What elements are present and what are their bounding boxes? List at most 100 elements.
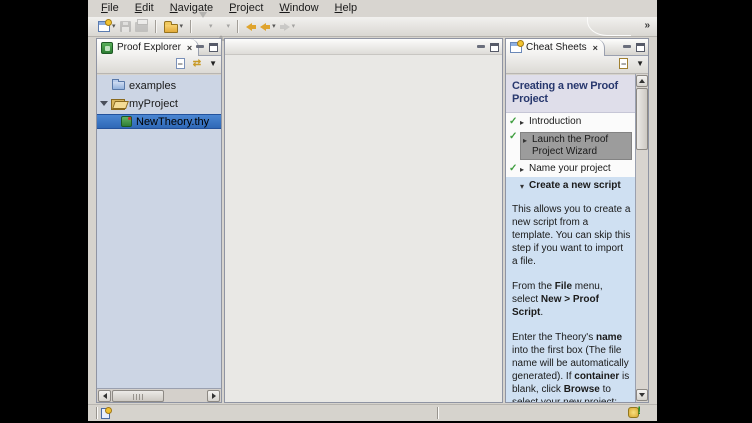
- open-folder-icon: [111, 99, 125, 109]
- collapse-all-icon[interactable]: −: [176, 58, 185, 69]
- toolbar-separator: [155, 20, 157, 33]
- exclaim-glyph: !: [637, 405, 641, 417]
- tab-label: Cheat Sheets: [526, 42, 587, 53]
- main-toolbar: ▾ ▾ ▾ ▾ ▾ ▾: [88, 17, 657, 37]
- maximize-button[interactable]: [636, 43, 645, 52]
- forward-arrow-icon: [280, 23, 290, 31]
- dropdown-arrow-icon: ▾: [227, 23, 231, 30]
- cheat-sheet-content: Creating a new Proof Project ✓ ▸ Introdu…: [506, 75, 635, 402]
- collapse-all-icon[interactable]: −: [619, 58, 628, 69]
- step-label: Name your project: [529, 163, 633, 175]
- collapsed-arrow-icon[interactable]: ▸: [523, 134, 532, 147]
- scroll-down-button[interactable]: [636, 389, 648, 401]
- save-button[interactable]: [118, 18, 133, 36]
- new-folder-button[interactable]: ▾: [162, 18, 186, 36]
- tree-item-myproject[interactable]: myProject: [97, 96, 221, 111]
- next-annotation-button[interactable]: ▾: [197, 18, 215, 36]
- step-launch-wizard[interactable]: ✓ ▸ Launch the Proof Project Wizard: [506, 130, 635, 162]
- tree-item-label: myProject: [129, 98, 178, 110]
- check-icon: ✓: [509, 116, 520, 128]
- link-with-editor-icon[interactable]: ⇄: [193, 59, 201, 69]
- highlighted-step[interactable]: ▸ Launch the Proof Project Wizard: [520, 132, 632, 160]
- vertical-scrollbar[interactable]: [635, 74, 648, 402]
- status-separator: [96, 407, 98, 419]
- save-icon: [120, 21, 131, 32]
- toolbar-separator: [190, 20, 192, 33]
- minimize-button[interactable]: [477, 43, 485, 52]
- folder-icon: [164, 24, 178, 33]
- view-menu-icon[interactable]: ▼: [636, 60, 644, 68]
- check-icon: ✓: [509, 131, 520, 143]
- tree-item-newtheory[interactable]: NewTheory.thy: [97, 114, 221, 129]
- status-bar: !: [88, 404, 657, 421]
- theory-file-icon: [121, 116, 132, 127]
- tab-label: Proof Explorer: [117, 42, 181, 53]
- horizontal-scrollbar[interactable]: [97, 388, 221, 402]
- tree-item-examples[interactable]: examples: [97, 78, 221, 93]
- scroll-left-button[interactable]: [98, 390, 111, 402]
- proof-explorer-view: Proof Explorer × − ⇄ ▼ examples: [96, 38, 222, 403]
- step-label: Introduction: [529, 116, 633, 128]
- tab-cheat-sheets[interactable]: Cheat Sheets ×: [506, 39, 605, 56]
- close-icon[interactable]: ×: [593, 43, 598, 53]
- menu-edit[interactable]: Edit: [127, 1, 162, 16]
- menu-window[interactable]: Window: [271, 1, 326, 16]
- maximize-button[interactable]: [209, 43, 218, 52]
- paragraph: From the File menu, select New > Proof S…: [512, 280, 631, 319]
- fast-view-icon[interactable]: [101, 408, 110, 419]
- maximize-button[interactable]: [490, 43, 499, 52]
- step-introduction[interactable]: ✓ ▸ Introduction: [506, 115, 635, 130]
- close-icon[interactable]: ×: [187, 43, 192, 53]
- step-label: Launch the Proof Project Wizard: [532, 134, 629, 158]
- step-create-script[interactable]: ▾ Create a new script: [506, 177, 635, 195]
- down-arrow-icon: [199, 18, 207, 36]
- cheat-sheets-icon: [510, 42, 522, 53]
- menu-project[interactable]: Project: [221, 1, 271, 16]
- previous-annotation-button[interactable]: ▾: [215, 18, 233, 36]
- dropdown-arrow-icon: ▾: [180, 23, 184, 30]
- proof-explorer-icon: [101, 42, 113, 54]
- menu-bar: File Edit Navigate Project Window Help: [88, 0, 657, 17]
- proof-explorer-toolbar: − ⇄ ▼: [97, 56, 221, 74]
- view-menu-icon[interactable]: ▼: [209, 60, 217, 68]
- cheat-sheets-tabrow: Cheat Sheets ×: [506, 39, 648, 56]
- expanded-arrow-icon[interactable]: ▾: [520, 180, 529, 193]
- tab-proof-explorer[interactable]: Proof Explorer ×: [97, 39, 199, 56]
- closed-folder-icon: [112, 81, 125, 90]
- scroll-up-button[interactable]: [636, 75, 648, 87]
- tree-item-label: examples: [129, 80, 176, 92]
- editor-area: [224, 38, 503, 403]
- new-wizard-button[interactable]: ▾: [96, 18, 118, 36]
- menu-help[interactable]: Help: [327, 1, 366, 16]
- perspective-bar-divider: [587, 17, 631, 36]
- step-name-project[interactable]: ✓ ▸ Name your project: [506, 162, 635, 177]
- scrollbar-thumb[interactable]: [112, 390, 164, 402]
- scrollbar-thumb[interactable]: [636, 88, 648, 150]
- print-icon: [135, 22, 148, 32]
- paragraph: Enter the Theory's name into the first b…: [512, 331, 631, 402]
- collapsed-arrow-icon[interactable]: ▸: [520, 163, 529, 176]
- minimize-button[interactable]: [623, 43, 631, 52]
- cheat-sheets-view: Cheat Sheets × − ▼ Creating a new Proof …: [505, 38, 649, 403]
- cheat-sheet-body: This allows you to create a new script f…: [506, 195, 635, 402]
- back-button[interactable]: ▾: [258, 18, 278, 36]
- forward-button[interactable]: ▾: [278, 18, 298, 36]
- new-wizard-icon: [98, 21, 110, 32]
- print-button[interactable]: [133, 18, 150, 36]
- cheat-sheet-title: Creating a new Proof Project: [506, 75, 635, 113]
- proof-explorer-tabrow: Proof Explorer ×: [97, 39, 221, 56]
- scroll-right-button[interactable]: [207, 390, 220, 402]
- tip-icon[interactable]: !: [628, 407, 639, 418]
- menu-navigate[interactable]: Navigate: [162, 1, 221, 16]
- menu-file[interactable]: File: [93, 1, 127, 16]
- dropdown-arrow-icon: ▾: [112, 23, 116, 30]
- back-arrow-icon: [246, 23, 256, 31]
- dropdown-arrow-icon: ▾: [272, 23, 276, 30]
- collapsed-arrow-icon[interactable]: ▸: [520, 116, 529, 129]
- toolbar-overflow-chevron[interactable]: »: [644, 20, 649, 31]
- minimize-button[interactable]: [196, 43, 204, 52]
- up-arrow-icon: [217, 18, 225, 36]
- check-icon: ✓: [509, 163, 520, 175]
- last-edit-location-button[interactable]: [244, 18, 258, 36]
- expander-icon[interactable]: [100, 101, 108, 106]
